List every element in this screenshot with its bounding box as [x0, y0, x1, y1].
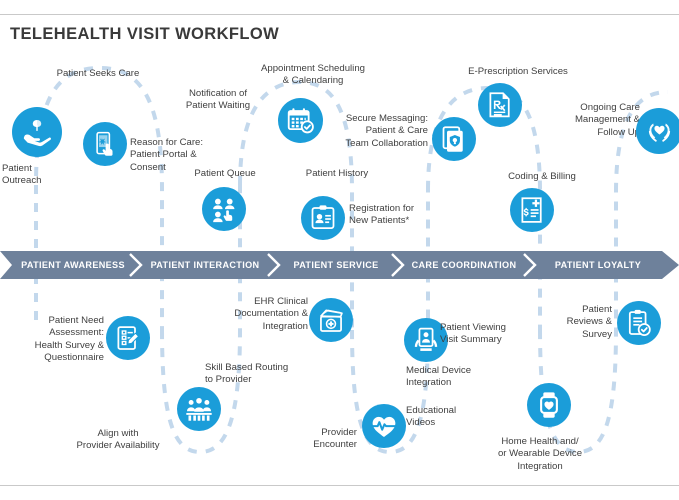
people-queue-icon[interactable] — [202, 187, 246, 231]
label-educational-videos: Educational Videos — [406, 405, 457, 429]
label-patient-reviews-survey: Patient Reviews & Survey — [566, 304, 612, 340]
secure-message-icon[interactable] — [432, 117, 476, 161]
label-e-prescription-services: E-Prescription Services — [468, 66, 568, 77]
label-patient-history: Patient History — [305, 168, 369, 179]
prescription-icon[interactable] — [478, 83, 522, 127]
smartwatch-heart-icon[interactable] — [527, 383, 571, 427]
label-coding-billing: Coding & Billing — [508, 171, 576, 182]
label-patient-need-assessment: Patient Need Assessment: Health Survey &… — [34, 315, 104, 364]
label-registration-new-patients: Registration for New Patients* — [349, 203, 415, 227]
heartbeat-icon[interactable] — [362, 404, 406, 448]
id-clipboard-icon[interactable] — [301, 196, 345, 240]
label-ongoing-care-management: Ongoing Care Management & Follow Up — [574, 102, 640, 138]
billing-invoice-icon[interactable] — [510, 188, 554, 232]
phase-banner — [0, 251, 679, 279]
group-people-icon[interactable] — [177, 387, 221, 431]
label-medical-device-integration: Medical Device Integration — [406, 365, 472, 389]
label-notification-patient-waiting: Notification of Patient Waiting — [185, 88, 251, 112]
hand-sprout-icon[interactable] — [12, 107, 62, 157]
label-provider-encounter: Provider Encounter — [313, 427, 357, 451]
telehealth-workflow-diagram: TELEHEALTH VISIT WORKFLOW PATIENT AWAREN… — [0, 0, 679, 500]
survey-checklist-icon[interactable] — [106, 316, 150, 360]
label-secure-messaging: Secure Messaging: Patient & Care Team Co… — [345, 113, 428, 149]
label-ehr-clinical-documentation: EHR Clinical Documentation & Integration — [234, 296, 308, 332]
label-align-provider-availability: Align with Provider Availability — [76, 428, 160, 452]
label-patient-outreach: Patient Outreach — [2, 163, 42, 187]
label-home-health-wearable: Home Health and/ or Wearable Device Inte… — [497, 436, 583, 472]
hands-heart-icon[interactable] — [636, 108, 679, 154]
label-appointment-scheduling: Appointment Scheduling & Calendaring — [260, 63, 365, 87]
label-patient-queue: Patient Queue — [194, 168, 256, 179]
medical-records-icon[interactable] — [309, 298, 353, 342]
review-clipboard-icon[interactable] — [617, 301, 661, 345]
label-patient-seeks-care: Patient Seeks Care — [56, 68, 140, 79]
label-skill-based-routing: Skill Based Routing to Provider — [205, 362, 289, 386]
mobile-tap-icon[interactable] — [83, 122, 127, 166]
